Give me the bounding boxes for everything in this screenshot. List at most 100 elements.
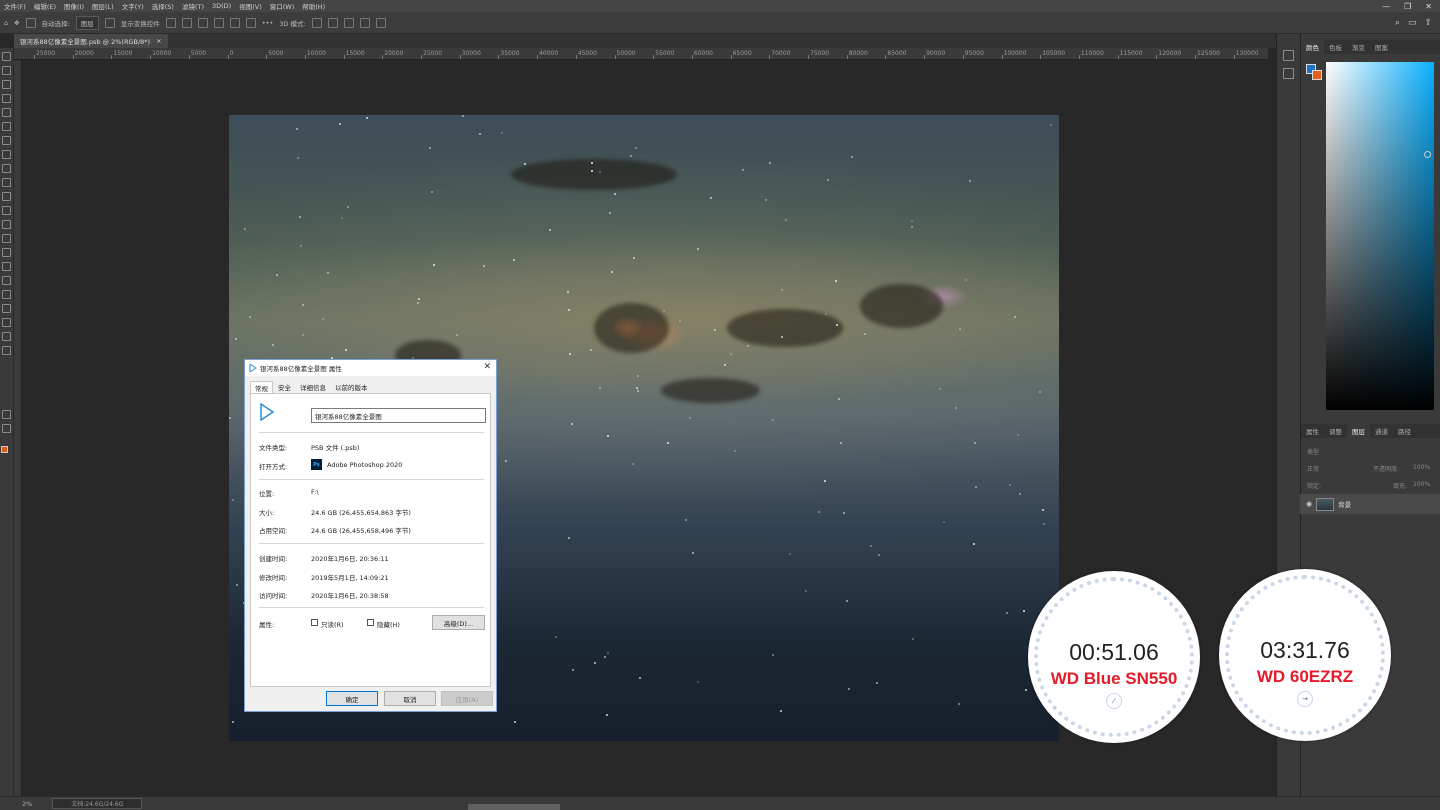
document-tab[interactable]: 银河系88亿像素全景图.psb @ 2%(RGB/8*) × (14, 34, 168, 48)
tab-color[interactable]: 颜色 (1301, 40, 1324, 54)
menu-window[interactable]: 窗口(W) (266, 1, 299, 11)
foreground-color-swatch[interactable] (1, 446, 8, 453)
menu-edit[interactable]: 编辑(E) (30, 1, 60, 11)
tab-previous-versions[interactable]: 以前的版本 (331, 381, 372, 393)
hand-tool-icon[interactable] (2, 318, 11, 327)
tab-layers[interactable]: 图层 (1347, 424, 1370, 438)
move-tool-icon[interactable] (2, 52, 11, 61)
align-bottom-icon[interactable] (245, 17, 256, 28)
zoom-tool-icon[interactable] (2, 332, 11, 341)
close-tab-icon[interactable]: × (156, 37, 161, 45)
eyedropper-tool-icon[interactable] (2, 136, 11, 145)
advanced-button[interactable]: 高级(D)... (432, 615, 485, 630)
menu-help[interactable]: 帮助(H) (298, 1, 329, 11)
tools-preset-icon[interactable] (1283, 68, 1294, 79)
timer-time: 03:31.76 (1260, 637, 1350, 663)
tab-swatches[interactable]: 色板 (1324, 40, 1347, 54)
align-left-icon[interactable] (165, 17, 176, 28)
tab-paths[interactable]: 路径 (1393, 424, 1416, 438)
dialog-close-icon[interactable]: ✕ (483, 362, 491, 372)
background-swatch[interactable] (1312, 70, 1322, 80)
dialog-titlebar[interactable]: 银河系88亿像素全景图 属性 ✕ (245, 360, 496, 376)
workspace-icon[interactable]: ▭ (1408, 18, 1417, 28)
tab-properties[interactable]: 属性 (1301, 424, 1324, 438)
menu-3d[interactable]: 3D(D) (208, 2, 235, 10)
color-picker-handle[interactable] (1424, 151, 1431, 158)
eraser-tool-icon[interactable] (2, 206, 11, 215)
shape-tool-icon[interactable] (2, 304, 11, 313)
menu-select[interactable]: 选择(S) (148, 1, 178, 11)
gradient-tool-icon[interactable] (2, 220, 11, 229)
quick-mask-icon[interactable] (2, 410, 11, 419)
tab-security[interactable]: 安全 (274, 381, 295, 393)
ok-button[interactable]: 确定 (326, 691, 378, 706)
more-options-icon[interactable]: ••• (262, 19, 274, 27)
dodge-tool-icon[interactable] (2, 248, 11, 257)
hidden-checkbox[interactable] (367, 619, 374, 626)
auto-select-checkbox[interactable] (25, 17, 36, 28)
opacity-value[interactable]: 100% (1413, 464, 1430, 471)
orbit-3d-icon[interactable] (311, 17, 322, 28)
cancel-button[interactable]: 取消 (384, 691, 436, 706)
apply-button[interactable]: 应用(A) (441, 691, 493, 706)
zoom-level[interactable]: 2% (22, 800, 32, 808)
history-panel-icon[interactable] (1283, 50, 1294, 61)
crop-tool-icon[interactable] (2, 108, 11, 117)
menu-layer[interactable]: 图层(L) (88, 1, 118, 11)
tab-patterns[interactable]: 图案 (1370, 40, 1393, 54)
brush-tool-icon[interactable] (2, 164, 11, 173)
align-top-icon[interactable] (213, 17, 224, 28)
roll-3d-icon[interactable] (327, 17, 338, 28)
pan-3d-icon[interactable] (343, 17, 354, 28)
tab-general[interactable]: 常规 (250, 381, 273, 393)
screen-mode-icon[interactable] (2, 424, 11, 433)
share-icon[interactable]: ⇪ (1424, 18, 1432, 28)
edit-toolbar-icon[interactable] (2, 346, 11, 355)
frame-tool-icon[interactable] (2, 122, 11, 131)
blur-tool-icon[interactable] (2, 234, 11, 243)
fill-value[interactable]: 100% (1413, 481, 1430, 488)
tab-gradients[interactable]: 渐变 (1347, 40, 1370, 54)
color-picker-field[interactable] (1326, 62, 1434, 410)
align-center-icon[interactable] (181, 17, 192, 28)
menu-view[interactable]: 视图(V) (235, 1, 266, 11)
marquee-tool-icon[interactable] (2, 66, 11, 75)
layer-name: 背景 (1338, 501, 1352, 509)
pen-tool-icon[interactable] (2, 262, 11, 271)
menu-filter[interactable]: 滤镜(T) (178, 1, 208, 11)
blend-mode-select[interactable]: 正常 (1307, 464, 1319, 473)
close-icon[interactable]: ✕ (1425, 2, 1432, 11)
type-tool-icon[interactable] (2, 276, 11, 285)
path-select-tool-icon[interactable] (2, 290, 11, 299)
star-dot (599, 387, 602, 390)
lasso-tool-icon[interactable] (2, 80, 11, 89)
tab-details[interactable]: 详细信息 (296, 381, 330, 393)
horizontal-scrollbar-thumb[interactable] (468, 804, 560, 810)
tab-channels[interactable]: 通道 (1370, 424, 1393, 438)
healing-tool-icon[interactable] (2, 150, 11, 159)
align-middle-icon[interactable] (229, 17, 240, 28)
visibility-eye-icon[interactable]: ◉ (1306, 500, 1312, 508)
readonly-checkbox[interactable] (311, 619, 318, 626)
history-brush-tool-icon[interactable] (2, 192, 11, 201)
scale-3d-icon[interactable] (375, 17, 386, 28)
menu-file[interactable]: 文件(F) (0, 1, 30, 11)
slide-3d-icon[interactable] (359, 17, 370, 28)
document-size[interactable]: 文档:24.6G/24.6G (52, 798, 143, 809)
stamp-tool-icon[interactable] (2, 178, 11, 187)
maximize-icon[interactable]: ❐ (1404, 2, 1411, 11)
align-right-icon[interactable] (197, 17, 208, 28)
quick-select-tool-icon[interactable] (2, 94, 11, 103)
move-tool-icon[interactable]: ✥ (14, 19, 19, 27)
search-icon[interactable]: ⌕ (1395, 18, 1400, 28)
file-name-field[interactable]: 银河系88亿像素全景图 (311, 408, 486, 423)
menu-image[interactable]: 图像(I) (60, 1, 88, 11)
menu-type[interactable]: 文字(Y) (118, 1, 148, 11)
layer-filter-kind[interactable]: 类型 (1307, 447, 1319, 456)
tab-adjustments[interactable]: 调整 (1324, 424, 1347, 438)
show-transform-checkbox[interactable] (104, 17, 115, 28)
layer-select-dropdown[interactable]: 图层 (75, 15, 99, 30)
home-icon[interactable]: ⌂ (4, 19, 8, 27)
layer-row-background[interactable]: ◉ 背景 (1300, 494, 1440, 514)
minimize-icon[interactable]: — (1382, 2, 1390, 11)
